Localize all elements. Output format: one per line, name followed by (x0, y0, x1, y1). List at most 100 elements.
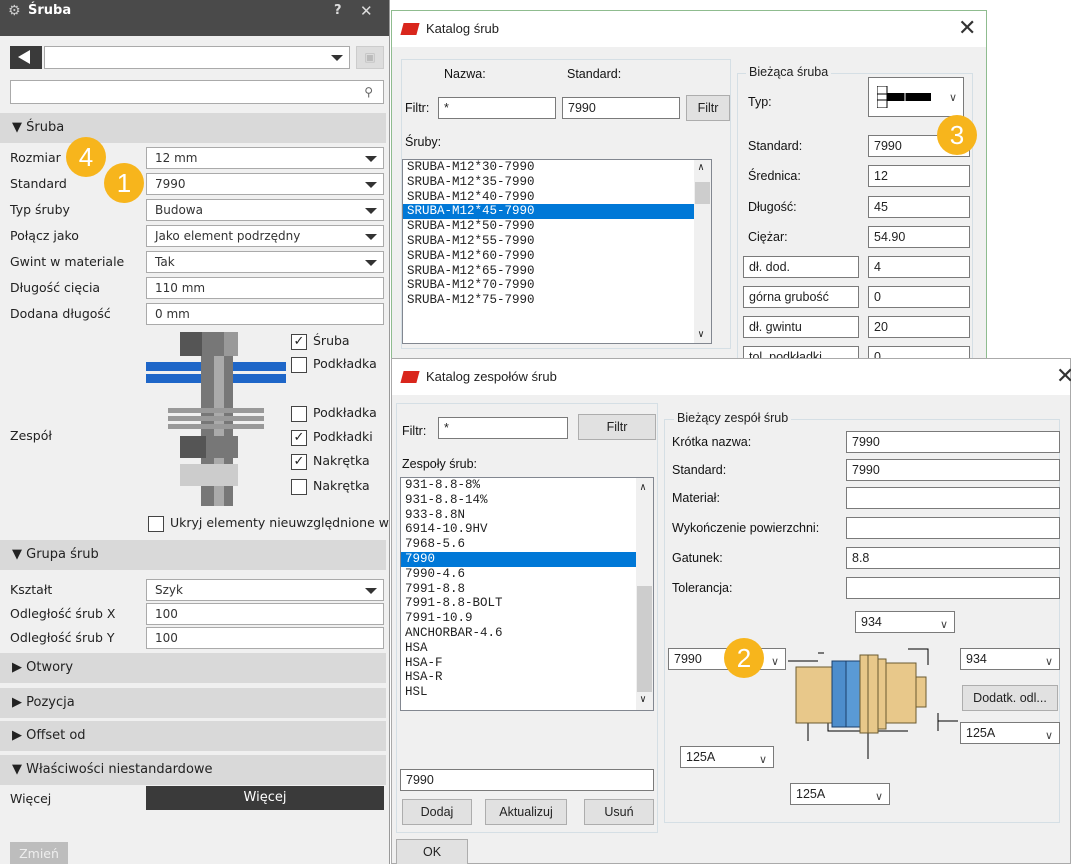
assembly-list-item[interactable]: ANCHORBAR-4.6 (401, 626, 653, 641)
combo-right2[interactable]: 125A ∨ (960, 722, 1060, 744)
scrollbar[interactable]: ∧ ∨ (694, 160, 711, 343)
assembly-field-input[interactable] (846, 517, 1060, 539)
bolt-list-item[interactable]: SRUBA-M12*60-7990 (403, 249, 711, 264)
bolt-field-label: Długość: (748, 200, 797, 214)
component-checkbox[interactable] (291, 357, 307, 373)
name-filter-input[interactable]: * (438, 97, 556, 119)
assembly-filtr-button[interactable]: Filtr (578, 414, 656, 440)
ok-button[interactable]: OK (396, 839, 468, 864)
assembly-name-input[interactable]: 7990 (400, 769, 654, 791)
scroll-thumb[interactable] (695, 182, 710, 204)
zmien-button[interactable]: Zmień (10, 842, 68, 864)
assembly-list-item[interactable]: 6914-10.9HV (401, 522, 653, 537)
scrollbar[interactable]: ∧ ∨ (636, 478, 653, 710)
close-icon[interactable]: ✕ (958, 17, 976, 41)
bolt-list-item[interactable]: SRUBA-M12*75-7990 (403, 293, 711, 308)
assembly-field-input[interactable] (846, 487, 1060, 509)
usun-button[interactable]: Usuń (584, 799, 654, 825)
bolt-list-item[interactable]: SRUBA-M12*70-7990 (403, 278, 711, 293)
bolt-field-input[interactable]: 54.90 (868, 226, 970, 248)
assembly-list-item[interactable]: 7990 (401, 551, 653, 567)
prop-field[interactable]: Budowa (146, 199, 384, 221)
bolt-field-input[interactable]: 4 (868, 256, 970, 278)
section-sruba[interactable]: ▼ Śruba (0, 113, 386, 143)
section-offset[interactable]: ▶ Offset od (0, 721, 386, 751)
component-checkbox[interactable]: ✓ (291, 430, 307, 446)
filtr-button[interactable]: Filtr (686, 95, 730, 121)
assembly-field-input[interactable]: 8.8 (846, 547, 1060, 569)
prop-field[interactable]: Jako element podrzędny (146, 225, 384, 247)
assembly-list-item[interactable]: HSA (401, 641, 653, 656)
assembly-list-item[interactable]: 7991-10.9 (401, 611, 653, 626)
component-checkbox-label: Podkładka (313, 356, 377, 371)
component-checkbox-label: Nakrętka (313, 453, 370, 468)
bolt-list-item[interactable]: SRUBA-M12*50-7990 (403, 219, 711, 234)
assembly-list-item[interactable]: HSA-F (401, 656, 653, 671)
assembly-list-item[interactable]: HSL (401, 685, 653, 700)
prop-field[interactable]: 7990 (146, 173, 384, 195)
bolt-list-item[interactable]: SRUBA-M12*45-7990 (403, 204, 711, 220)
prop-label: Połącz jako (10, 228, 79, 243)
bolt-field-input[interactable]: 45 (868, 196, 970, 218)
bolt-list-item[interactable]: SRUBA-M12*35-7990 (403, 175, 711, 190)
scroll-thumb[interactable] (637, 586, 652, 692)
save-icon[interactable]: ▣ (356, 46, 384, 69)
component-checkbox[interactable] (291, 479, 307, 495)
assembly-field-input[interactable] (846, 577, 1060, 599)
assembly-list-item[interactable]: 933-8.8N (401, 508, 653, 523)
assembly-list-item[interactable]: 7991-8.8-BOLT (401, 596, 653, 611)
wiecej-button[interactable]: Więcej (146, 786, 384, 810)
prop-label: Dodana długość (10, 306, 111, 321)
search-input[interactable]: ⚲ (10, 80, 384, 104)
bolt-list-item[interactable]: SRUBA-M12*30-7990 (403, 160, 711, 175)
assembly-field-input[interactable]: 7990 (846, 459, 1060, 481)
section-pozycja[interactable]: ▶ Pozycja (0, 688, 386, 718)
close-icon[interactable]: ✕ (1056, 365, 1071, 389)
section-wlasciwosci[interactable]: ▼ Właściwości niestandardowe (0, 755, 386, 785)
assembly-list[interactable]: 931-8.8-8% 931-8.8-14% 933-8.8N 6914-10.9HV… (400, 477, 654, 711)
assembly-list-item[interactable]: 931-8.8-8% (401, 478, 653, 493)
prop-field[interactable]: 12 mm (146, 147, 384, 169)
combo-bottom[interactable]: 125A ∨ (790, 783, 890, 805)
standard-filter-input[interactable]: 7990 (562, 97, 680, 119)
combo-bottom-left[interactable]: 125A ∨ (680, 746, 774, 768)
assembly-list-item[interactable]: HSA-R (401, 670, 653, 685)
assembly-filter-input[interactable]: * (438, 417, 568, 439)
hide-checkbox[interactable] (148, 516, 164, 532)
close-button[interactable]: ✕ (360, 0, 373, 22)
bolt-field-input[interactable]: 20 (868, 316, 970, 338)
group-prop-field[interactable]: Szyk (146, 579, 384, 601)
bolt-list-item[interactable]: SRUBA-M12*55-7990 (403, 234, 711, 249)
back-button[interactable] (10, 46, 42, 69)
component-checkbox-label: Podkładki (313, 429, 373, 444)
combo-top[interactable]: 934 ∨ (855, 611, 955, 633)
dodatk-button[interactable]: Dodatk. odl... (962, 685, 1058, 711)
help-button[interactable]: ? (334, 0, 342, 22)
bolt-field-input[interactable]: 12 (868, 165, 970, 187)
dodaj-button[interactable]: Dodaj (402, 799, 472, 825)
group-prop-field[interactable]: 100 (146, 627, 384, 649)
component-checkbox[interactable]: ✓ (291, 454, 307, 470)
prop-field[interactable]: 0 mm (146, 303, 384, 325)
component-checkbox[interactable] (291, 406, 307, 422)
aktualizuj-button[interactable]: Aktualizuj (485, 799, 567, 825)
bolt-list-item[interactable]: SRUBA-M12*40-7990 (403, 190, 711, 205)
preset-select[interactable] (44, 46, 350, 69)
bolt-list-item[interactable]: SRUBA-M12*65-7990 (403, 264, 711, 279)
bolt-list[interactable]: SRUBA-M12*30-7990 SRUBA-M12*35-7990 SRUBA-… (402, 159, 712, 344)
combo-right[interactable]: 934 ∨ (960, 648, 1060, 670)
assembly-field-input[interactable]: 7990 (846, 431, 1060, 453)
group-prop-field[interactable]: 100 (146, 603, 384, 625)
current-bolt-title: Bieżąca śruba (746, 65, 832, 79)
prop-field[interactable]: 110 mm (146, 277, 384, 299)
type-select[interactable]: ∨ (868, 77, 964, 117)
section-grupa[interactable]: ▼ Grupa śrub (0, 540, 386, 570)
prop-field[interactable]: Tak (146, 251, 384, 273)
assembly-list-item[interactable]: 7990-4.6 (401, 567, 653, 582)
assembly-list-item[interactable]: 931-8.8-14% (401, 493, 653, 508)
section-otwory[interactable]: ▶ Otwory (0, 653, 386, 683)
bolt-field-input[interactable]: 0 (868, 286, 970, 308)
component-checkbox[interactable]: ✓ (291, 334, 307, 350)
assembly-list-item[interactable]: 7991-8.8 (401, 582, 653, 597)
assembly-list-item[interactable]: 7968-5.6 (401, 537, 653, 552)
